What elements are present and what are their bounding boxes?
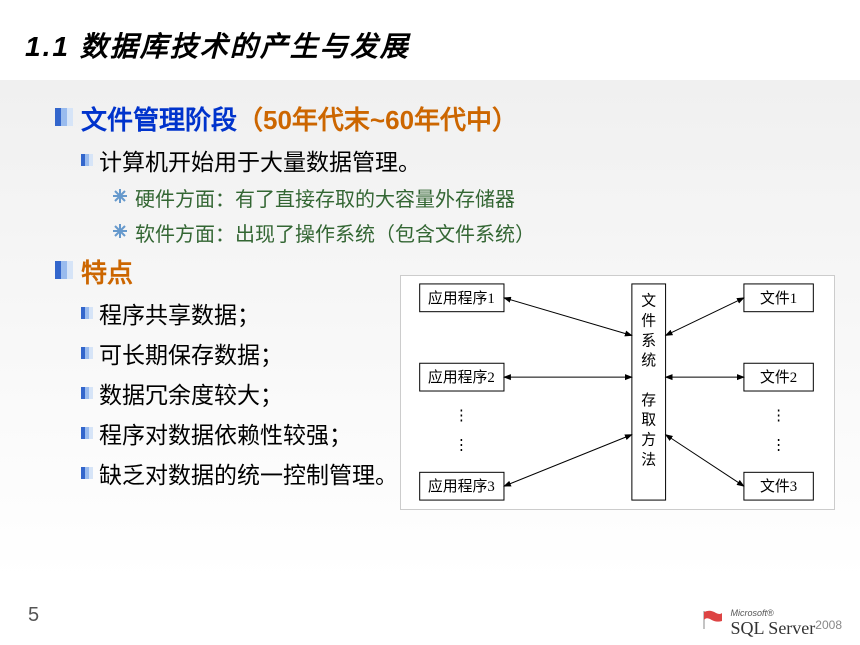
section-heading-2: 特点 bbox=[81, 253, 133, 290]
feature-item: 缺乏对数据的统一控制管理。 bbox=[99, 456, 398, 490]
svg-text:统: 统 bbox=[641, 352, 656, 369]
svg-text:方: 方 bbox=[641, 432, 656, 449]
slide-title: 1.1 数据库技术的产生与发展 bbox=[25, 25, 835, 65]
asterisk-icon bbox=[113, 189, 127, 203]
bullet-icon bbox=[81, 386, 93, 398]
svg-text:文件3: 文件3 bbox=[760, 478, 797, 495]
bullet-icon bbox=[55, 261, 73, 279]
svg-text:法: 法 bbox=[641, 451, 656, 468]
svg-text:文: 文 bbox=[641, 293, 656, 310]
feature-item: 程序共享数据； bbox=[99, 296, 260, 330]
bullet-icon bbox=[81, 306, 93, 318]
page-number: 5 bbox=[28, 604, 39, 627]
flag-icon bbox=[702, 609, 724, 631]
svg-text:应用程序1: 应用程序1 bbox=[428, 289, 495, 307]
bullet-icon bbox=[81, 346, 93, 358]
svg-text:应用程序3: 应用程序3 bbox=[428, 477, 495, 495]
svg-text:⋮: ⋮ bbox=[771, 408, 786, 424]
svg-text:文件2: 文件2 bbox=[760, 369, 797, 386]
bullet-icon bbox=[81, 153, 93, 165]
point-text: 计算机开始用于大量数据管理。 bbox=[99, 143, 421, 177]
svg-text:件: 件 bbox=[641, 313, 656, 330]
sql-server-logo: Microsoft® SQL Server2008 bbox=[702, 609, 842, 639]
bullet-icon bbox=[55, 108, 73, 126]
svg-text:应用程序2: 应用程序2 bbox=[428, 368, 495, 386]
bullet-icon bbox=[81, 466, 93, 478]
bullet-icon bbox=[81, 426, 93, 438]
footer: 5 Microsoft® SQL Server2008 bbox=[0, 590, 860, 645]
svg-text:存: 存 bbox=[641, 392, 656, 409]
asterisk-icon bbox=[113, 224, 127, 238]
section-heading-1: 文件管理阶段（50年代末~60年代中） bbox=[81, 100, 518, 137]
sub-point-text: 软件方面：出现了操作系统（包含文件系统） bbox=[135, 218, 535, 247]
svg-text:⋮: ⋮ bbox=[771, 438, 786, 454]
svg-text:⋮: ⋮ bbox=[454, 408, 469, 424]
feature-item: 可长期保存数据； bbox=[99, 336, 283, 370]
feature-item: 数据冗余度较大； bbox=[99, 376, 283, 410]
file-system-diagram: 应用程序1 应用程序2 应用程序3 ⋮ ⋮ 文 件 系 统 存 取 方 法 文件… bbox=[400, 275, 835, 510]
svg-text:取: 取 bbox=[641, 413, 656, 429]
feature-item: 程序对数据依赖性较强； bbox=[99, 416, 352, 450]
svg-text:系: 系 bbox=[641, 332, 656, 349]
svg-text:⋮: ⋮ bbox=[454, 438, 469, 454]
sub-point-text: 硬件方面：有了直接存取的大容量外存储器 bbox=[135, 183, 515, 212]
svg-text:文件1: 文件1 bbox=[760, 290, 797, 307]
